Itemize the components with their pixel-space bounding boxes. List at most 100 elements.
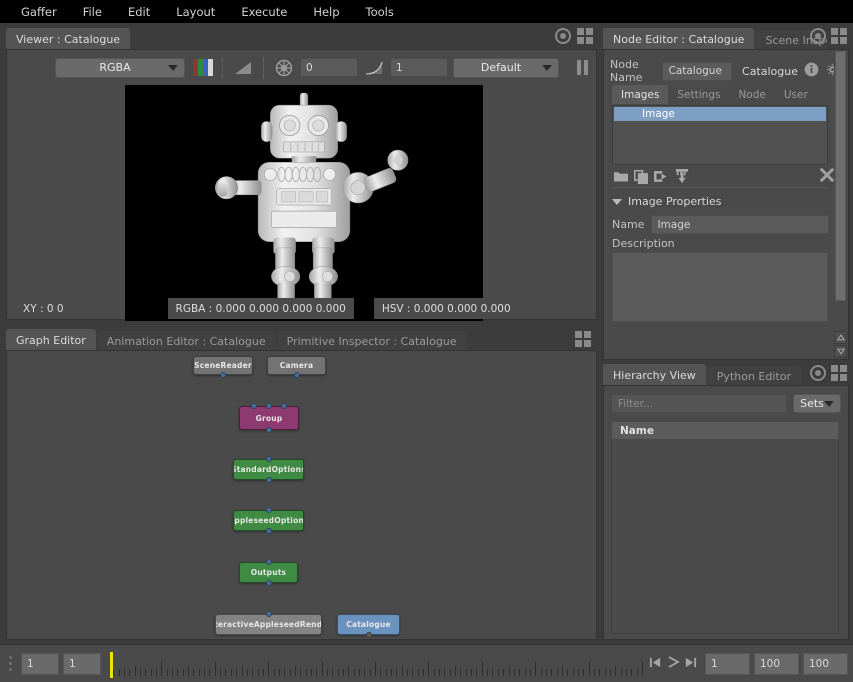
timeline-ruler[interactable] bbox=[105, 650, 645, 678]
tab-hierarchy-view[interactable]: Hierarchy View bbox=[603, 364, 706, 387]
menu-item-layout[interactable]: Layout bbox=[163, 2, 228, 22]
tab-viewer-catalogue[interactable]: Viewer : Catalogue bbox=[6, 28, 131, 51]
node-output-nub[interactable] bbox=[265, 477, 272, 483]
viewer-body: RGBA 0 1 Default XY: 0 0 RGBA: 0.000 0… bbox=[6, 49, 597, 321]
tab-node-editor-catalogue[interactable]: Node Editor : Catalogue bbox=[603, 28, 755, 51]
aperture-icon[interactable] bbox=[273, 57, 295, 79]
timeline-range-end-field[interactable]: 100 bbox=[803, 652, 848, 675]
duplicate-icon[interactable] bbox=[634, 169, 648, 187]
channels-dropdown[interactable]: RGBA bbox=[55, 57, 185, 78]
timeline-tick bbox=[337, 668, 339, 676]
timeline-end-frame-field[interactable]: 100 bbox=[754, 652, 799, 675]
tab-primitive-inspector[interactable]: Primitive Inspector : Catalogue bbox=[276, 331, 467, 352]
play-icon[interactable] bbox=[666, 655, 680, 672]
timeline-grip[interactable] bbox=[5, 656, 15, 671]
menu-item-file[interactable]: File bbox=[70, 2, 115, 22]
node-editor-corner-buttons bbox=[810, 28, 847, 44]
pin-icon-hierarchy[interactable] bbox=[810, 365, 826, 381]
layout-grid-icon-node-editor[interactable] bbox=[831, 28, 847, 44]
node-output-nub[interactable] bbox=[365, 632, 372, 638]
graph-node-label: Outputs bbox=[250, 568, 287, 577]
layout-grid-icon-hierarchy[interactable] bbox=[831, 365, 847, 381]
timeline-tick bbox=[428, 661, 430, 676]
folder-icon[interactable] bbox=[614, 170, 628, 186]
filter-input[interactable]: Filter... bbox=[611, 394, 787, 413]
info-icon[interactable] bbox=[804, 62, 819, 80]
images-list[interactable]: Image bbox=[612, 105, 828, 165]
timeline-tick bbox=[385, 668, 387, 676]
image-canvas[interactable] bbox=[125, 85, 483, 321]
gamma-curve-icon[interactable] bbox=[363, 57, 385, 79]
menu-item-gaffer[interactable]: Gaffer bbox=[8, 2, 70, 22]
node-editor-scrollbar[interactable] bbox=[834, 51, 847, 333]
list-item-image[interactable]: Image bbox=[614, 107, 826, 121]
timeline-tick bbox=[519, 668, 521, 676]
chevron-down-icon bbox=[168, 64, 178, 71]
node-input-nub[interactable] bbox=[281, 403, 287, 409]
subtab-node[interactable]: Node bbox=[729, 85, 775, 104]
tab-graph-editor[interactable]: Graph Editor bbox=[6, 329, 96, 352]
timeline-playback-current-field[interactable]: 1 bbox=[705, 652, 750, 675]
timeline-tick bbox=[348, 665, 350, 676]
node-input-nub[interactable] bbox=[251, 403, 257, 409]
viewer-toolbar: RGBA 0 1 Default bbox=[7, 50, 596, 85]
graph-node-label: Group bbox=[255, 413, 283, 423]
sets-dropdown[interactable]: Sets bbox=[793, 394, 841, 413]
timeline-bar: 1 1 1 100 100 bbox=[0, 644, 853, 682]
timeline-tick bbox=[412, 668, 414, 676]
image-description-field[interactable] bbox=[612, 252, 828, 322]
menu-item-tools[interactable]: Tools bbox=[353, 2, 407, 22]
image-name-field[interactable]: Image bbox=[651, 215, 830, 234]
menu-item-execute[interactable]: Execute bbox=[228, 2, 300, 22]
pin-icon-node-editor[interactable] bbox=[810, 28, 826, 44]
subtab-images[interactable]: Images bbox=[612, 85, 669, 104]
menu-item-help[interactable]: Help bbox=[300, 2, 352, 22]
image-properties-section[interactable]: Image Properties bbox=[612, 195, 722, 208]
timeline-tick bbox=[145, 668, 147, 676]
node-input-nub[interactable] bbox=[265, 611, 272, 617]
remove-icon[interactable] bbox=[819, 167, 835, 186]
tab-python-editor[interactable]: Python Editor bbox=[706, 366, 801, 387]
graph-node-interactiveappleseedrender[interactable]: InteractiveAppleseedRender bbox=[215, 614, 322, 635]
channel-swatches-icon[interactable] bbox=[193, 59, 213, 76]
pause-button[interactable] bbox=[577, 60, 588, 75]
exposure-ramp-icon[interactable] bbox=[232, 57, 254, 79]
gamma-field[interactable]: 1 bbox=[390, 58, 448, 77]
subtab-settings[interactable]: Settings bbox=[668, 85, 730, 104]
skip-to-start-icon[interactable] bbox=[649, 656, 662, 672]
pin-icon[interactable] bbox=[555, 28, 571, 44]
hierarchy-tree-body[interactable] bbox=[611, 440, 839, 634]
timeline-current-frame-field[interactable]: 1 bbox=[63, 652, 101, 675]
graph-canvas[interactable]: SceneReader Camera Group StandardOptions App… bbox=[6, 350, 597, 640]
chevron-down-icon-2 bbox=[542, 64, 552, 71]
graph-layout-grid-icon[interactable] bbox=[575, 331, 591, 347]
node-output-nub[interactable] bbox=[220, 372, 226, 378]
extract-icon[interactable] bbox=[675, 169, 689, 187]
display-transform-dropdown[interactable]: Default bbox=[453, 57, 559, 78]
skip-to-end-icon[interactable] bbox=[684, 656, 697, 672]
timeline-tick bbox=[503, 668, 505, 676]
subtab-user[interactable]: User bbox=[774, 85, 817, 104]
column-header-name[interactable]: Name bbox=[611, 421, 839, 440]
layout-grid-icon[interactable] bbox=[577, 28, 593, 44]
exposure-field[interactable]: 0 bbox=[300, 58, 358, 77]
node-input-nub[interactable] bbox=[265, 507, 272, 513]
scroll-down-button[interactable] bbox=[834, 345, 847, 358]
node-output-nub[interactable] bbox=[265, 528, 272, 534]
export-icon[interactable] bbox=[654, 170, 669, 186]
node-name-field[interactable]: Catalogue bbox=[662, 61, 733, 81]
node-output-nub[interactable] bbox=[266, 427, 272, 433]
tab-animation-editor[interactable]: Animation Editor : Catalogue bbox=[96, 331, 276, 352]
scroll-up-button[interactable] bbox=[834, 331, 847, 344]
menu-item-edit[interactable]: Edit bbox=[115, 2, 163, 22]
node-input-nub[interactable] bbox=[266, 403, 272, 409]
timeline-start-frame-field[interactable]: 1 bbox=[21, 652, 59, 675]
node-output-nub[interactable] bbox=[293, 372, 300, 378]
timeline-tick bbox=[497, 668, 499, 676]
node-output-nub[interactable] bbox=[265, 580, 272, 586]
timeline-tick bbox=[209, 668, 211, 676]
node-input-nub[interactable] bbox=[265, 559, 272, 565]
scrollbar-thumb[interactable] bbox=[835, 51, 846, 301]
node-input-nub[interactable] bbox=[265, 456, 272, 462]
timeline-tick bbox=[166, 668, 168, 676]
